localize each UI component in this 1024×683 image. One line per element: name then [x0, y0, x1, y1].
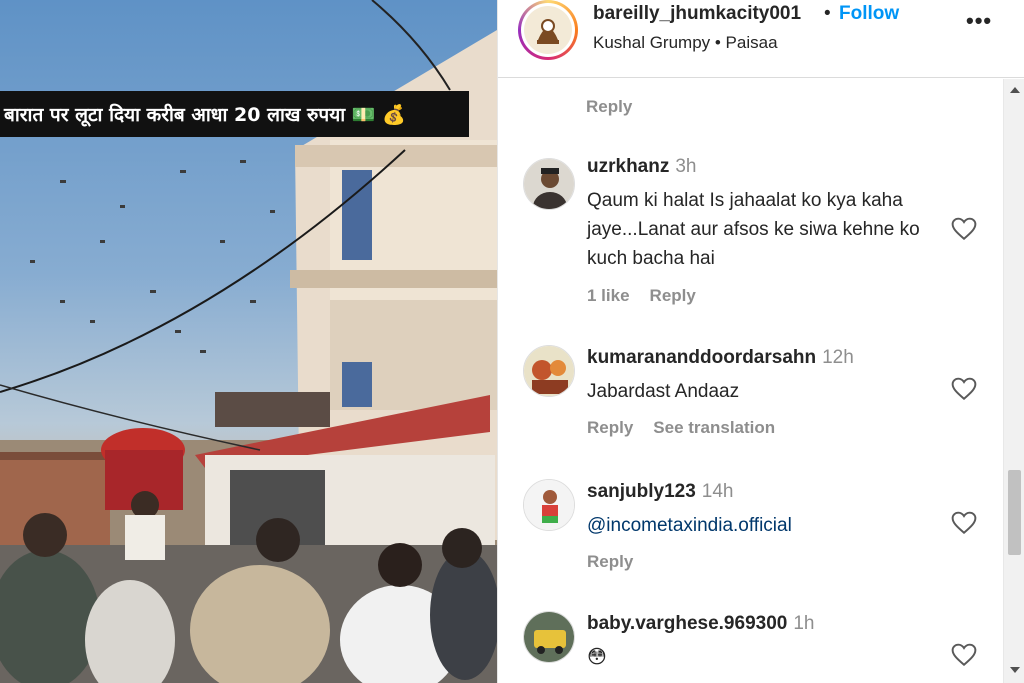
- username-text[interactable]: baby.varghese.969300: [587, 613, 787, 634]
- heart-icon[interactable]: [951, 511, 977, 535]
- user-avatar-image: [524, 480, 574, 530]
- heart-icon[interactable]: [951, 217, 977, 241]
- reply-button[interactable]: Reply: [587, 418, 633, 437]
- comment-actions: Reply: [587, 552, 653, 572]
- reply-button[interactable]: Reply: [587, 552, 633, 571]
- comment-actions: 1 like Reply: [587, 286, 716, 306]
- profile-avatar[interactable]: [518, 0, 578, 60]
- like-count[interactable]: 1 like: [587, 286, 630, 305]
- mention-link[interactable]: @incometaxindia.official: [587, 511, 932, 540]
- comment-time: 14h: [701, 481, 734, 502]
- user-avatar-image: [524, 346, 574, 396]
- avatar[interactable]: [523, 345, 575, 397]
- comments-list: Reply uzrkhanz 3h Qaum ki halat Is jahaal…: [498, 79, 1003, 683]
- avatar[interactable]: [523, 611, 575, 663]
- user-avatar-image: [524, 612, 574, 662]
- comment-username[interactable]: sanjubly123 14h: [587, 481, 733, 503]
- video-caption: बारात पर लूटा दिया करीब आधा 20 लाख रुपया…: [0, 91, 469, 137]
- see-translation-button[interactable]: See translation: [653, 418, 775, 437]
- comment-username[interactable]: uzrkhanz 3h: [587, 156, 697, 178]
- scroll-thumb[interactable]: [1008, 470, 1021, 555]
- separator-dot: •: [824, 3, 831, 24]
- comment-text: 😳: [587, 647, 607, 668]
- comment-time: 1h: [793, 613, 815, 634]
- user-avatar-image: [524, 159, 574, 209]
- comment-text: Qaum ki halat Is jahaalat ko kya kaha ja…: [587, 190, 920, 269]
- reply-button[interactable]: Reply: [650, 286, 696, 305]
- comment-username[interactable]: kumarananddoordarsahn 12h: [587, 347, 854, 369]
- avatar[interactable]: [523, 479, 575, 531]
- audio-track[interactable]: Kushal Grumpy • Paisaa: [593, 33, 778, 53]
- post-header: bareilly_jhumkacity001 • Follow Kushal G…: [498, 0, 1024, 78]
- more-horizontal-icon[interactable]: •••: [966, 8, 992, 34]
- comment-time: 3h: [675, 156, 697, 177]
- comment-username[interactable]: baby.varghese.969300 1h: [587, 613, 814, 635]
- reel-video[interactable]: बारात पर लूटा दिया करीब आधा 20 लाख रुपया…: [0, 0, 497, 683]
- username-text[interactable]: kumarananddoordarsahn: [587, 347, 816, 368]
- scroll-down-arrow-icon[interactable]: [1010, 667, 1020, 673]
- comment-text: Jabardast Andaaz: [587, 381, 740, 402]
- heart-icon[interactable]: [951, 643, 977, 667]
- comment-actions: Reply See translation: [587, 418, 795, 438]
- scrollbar[interactable]: [1003, 79, 1024, 683]
- comment-time: 12h: [822, 347, 854, 368]
- username-text[interactable]: uzrkhanz: [587, 156, 669, 177]
- comments-panel: bareilly_jhumkacity001 • Follow Kushal G…: [497, 0, 1024, 683]
- scroll-up-arrow-icon[interactable]: [1010, 87, 1020, 93]
- jhumka-logo-icon: [537, 19, 559, 44]
- heart-icon[interactable]: [951, 377, 977, 401]
- reply-button[interactable]: Reply: [586, 97, 632, 117]
- avatar[interactable]: [523, 158, 575, 210]
- follow-button[interactable]: Follow: [839, 3, 899, 25]
- username-text[interactable]: sanjubly123: [587, 481, 696, 502]
- post-username[interactable]: bareilly_jhumkacity001: [593, 3, 801, 25]
